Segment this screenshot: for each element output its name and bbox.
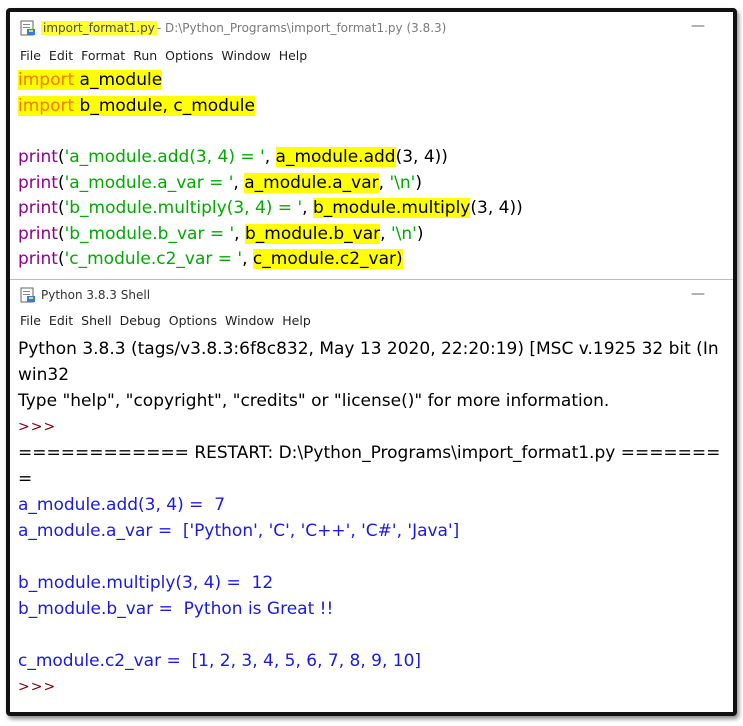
code-line-1: import a_module [18,70,163,90]
code-line-2: import b_module, c_module [18,95,255,116]
editor-menu-run[interactable]: Run [133,48,157,63]
shell-output-line-5: c_module.c2_var = [1, 2, 3, 4, 5, 6, 7, … [18,650,422,671]
shell-output-line-1: a_module.add(3, 4) = 7 [18,494,226,515]
shell-titlebar: Python 3.8.3 Shell — [10,279,733,310]
code-line-3: print('a_module.add(3, 4) = ', a_module.… [18,147,448,167]
editor-minimize-button[interactable]: — [691,18,705,34]
editor-title-path: - D:\Python_Programs\import_format1.py (… [156,21,447,35]
shell-minimize-button[interactable]: — [691,286,705,302]
shell-title: Python 3.8.3 Shell [41,287,151,302]
shell-banner-line-2: win32 [18,364,70,385]
idle-app-icon [20,287,36,303]
shell-menu-debug[interactable]: Debug [120,313,161,328]
shell-window: Python 3.8.3 Shell — File Edit Shell Deb… [10,278,733,700]
editor-menu-edit[interactable]: Edit [49,48,73,63]
shell-blank-line [18,622,733,648]
shell-menu-edit[interactable]: Edit [49,313,73,328]
shell-output-line-4: b_module.b_var = Python is Great !! [18,598,334,619]
editor-menu-file[interactable]: File [20,48,41,63]
editor-menu-help[interactable]: Help [279,48,308,63]
shell-prompt: >>> [18,418,57,435]
editor-title-filename: import_format1.py [41,21,157,35]
shell-blank-line [18,544,733,570]
shell-prompt[interactable]: >>> [18,674,733,700]
shell-menu-shell[interactable]: Shell [81,313,112,328]
code-line-5: print('b_module.multiply(3, 4) = ', b_mo… [18,198,523,218]
shell-banner-line-3: Type "help", "copyright", "credits" or "… [18,390,610,411]
code-line-4: print('a_module.a_var = ', a_module.a_va… [18,172,422,193]
shell-output[interactable]: Python 3.8.3 (tags/v3.8.3:6f8c832, May 1… [10,332,733,700]
shell-menu-help[interactable]: Help [282,313,311,328]
code-line-6: print('b_module.b_var = ', b_module.b_va… [18,223,424,244]
editor-menu-options[interactable]: Options [165,48,213,63]
shell-output-line-3: b_module.multiply(3, 4) = 12 [18,572,274,593]
shell-banner-line-1: Python 3.8.3 (tags/v3.8.3:6f8c832, May 1… [18,338,719,359]
editor-menubar: File Edit Format Run Options Window Help [10,44,733,66]
idle-app-icon [20,20,36,36]
code-line-7: print('c_module.c2_var = ', c_module.c2_… [18,249,403,269]
editor-window: import_format1.py - D:\Python_Programs\i… [10,12,733,273]
editor-titlebar: import_format1.py - D:\Python_Programs\i… [10,12,733,44]
shell-restart-line: ============ RESTART: D:\Python_Programs… [18,442,721,463]
code-editor[interactable]: import a_moduleimport b_module, c_module… [10,66,733,273]
shell-output-line-2: a_module.a_var = ['Python', 'C', 'C++', … [18,520,460,541]
editor-menu-window[interactable]: Window [221,48,270,63]
shell-menu-file[interactable]: File [20,313,41,328]
shell-restart-line-cont: = [18,468,33,489]
shell-menu-options[interactable]: Options [169,313,217,328]
editor-menu-format[interactable]: Format [81,48,125,63]
screenshot-frame: import_format1.py - D:\Python_Programs\i… [6,8,737,716]
shell-menu-window[interactable]: Window [225,313,274,328]
shell-menubar: File Edit Shell Debug Options Window Hel… [10,309,733,332]
